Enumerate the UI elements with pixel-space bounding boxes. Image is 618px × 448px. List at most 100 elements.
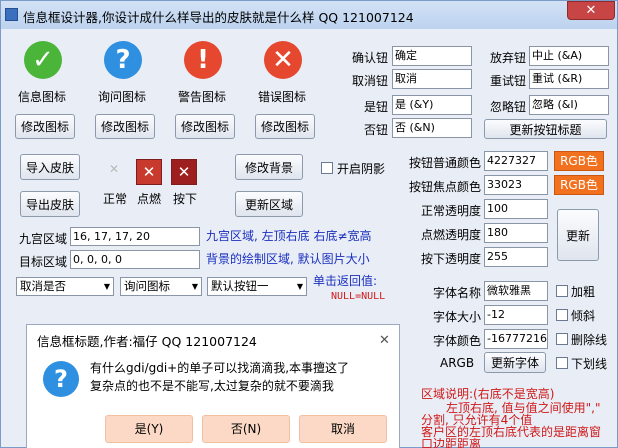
designer-window: 信息框设计器,你设计成什么样导出的皮肤就是什么样 QQ 121007124 ✕ … <box>0 0 618 448</box>
info-icon: ✓ <box>24 41 62 79</box>
font-size-field[interactable]: -12 <box>484 305 548 325</box>
dialog-message-line2: 复杂点的也不是不能写,太过复杂的就不要滴我 <box>90 379 334 393</box>
retry-text-field[interactable]: 重试 (&R) <box>529 69 609 89</box>
no-button-label: 否钮 <box>364 123 389 137</box>
font-color-field[interactable]: -16777216 <box>484 329 548 349</box>
dialog-title: 信息框标题,作者:福仔 QQ 121007124 <box>37 334 257 349</box>
pressed-state-box[interactable]: ✕ <box>171 159 197 185</box>
chevron-down-icon: ▼ <box>296 282 303 291</box>
warning-icon: ! <box>184 41 222 79</box>
confirm-text-field[interactable]: 确定 <box>392 46 472 66</box>
return-value-label: 单击返回值: <box>313 274 378 288</box>
focus-color-label: 按钮焦点颜色 <box>409 180 482 194</box>
abort-text-field[interactable]: 中止 (&A) <box>529 46 609 66</box>
normal-rgb-button[interactable]: RGB色 <box>554 151 604 171</box>
update-colors-button[interactable]: 更新 <box>557 209 599 261</box>
dialog-close-icon[interactable]: ✕ <box>379 333 390 348</box>
dialog-message-line1: 有什么gdi/gdi+的单子可以找滴滴我,本事擅这了 <box>90 361 350 375</box>
import-skin-button[interactable]: 导入皮肤 <box>20 154 80 180</box>
hover-alpha-label: 点燃透明度 <box>421 228 482 242</box>
font-color-label: 字体颜色 <box>433 334 482 348</box>
title-bar: 信息框设计器,你设计成什么样导出的皮肤就是什么样 QQ 121007124 ✕ <box>1 1 617 29</box>
strike-checkbox[interactable] <box>556 333 568 345</box>
font-name-field[interactable]: 微软雅黑 <box>484 281 548 301</box>
no-text-field[interactable]: 否 (&N) <box>392 118 472 138</box>
shadow-label: 开启阴影 <box>337 162 386 176</box>
chevron-down-icon: ▼ <box>103 282 110 291</box>
button-type-value: 取消是否 <box>20 279 66 293</box>
target-region-field[interactable]: 0, 0, 0, 0 <box>70 250 200 269</box>
icon-type-value: 询问图标 <box>124 279 170 293</box>
return-value: NULL=NULL <box>331 291 386 302</box>
yes-button-label: 是钮 <box>364 100 389 114</box>
dialog-cancel-button[interactable]: 取消 <box>299 415 387 443</box>
abort-button-label: 放弃钮 <box>490 51 527 65</box>
bold-checkbox[interactable] <box>556 285 568 297</box>
edit-background-button[interactable]: 修改背景 <box>235 154 303 180</box>
edit-question-icon-button[interactable]: 修改图标 <box>95 114 155 139</box>
normal-alpha-field[interactable]: 100 <box>484 199 548 219</box>
hover-alpha-field[interactable]: 180 <box>484 223 548 243</box>
button-type-select[interactable]: 取消是否 ▼ <box>16 277 114 296</box>
export-skin-button[interactable]: 导出皮肤 <box>20 191 80 217</box>
font-name-label: 字体名称 <box>433 286 482 300</box>
strike-label: 删除线 <box>571 333 608 347</box>
ignore-text-field[interactable]: 忽略 (&I) <box>529 95 609 115</box>
italic-label: 倾斜 <box>571 309 596 323</box>
normal-color-field[interactable]: 4227327 <box>484 151 548 171</box>
italic-checkbox[interactable] <box>556 309 568 321</box>
update-region-button[interactable]: 更新区域 <box>235 191 303 217</box>
question-icon: ? <box>43 361 79 397</box>
update-font-button[interactable]: 更新字体 <box>484 352 546 373</box>
target-region-label: 目标区域 <box>19 255 68 269</box>
grid-region-label: 九宫区域 <box>19 232 68 246</box>
info-icon-label: 信息图标 <box>18 90 67 104</box>
hover-state-box[interactable]: ✕ <box>136 159 162 185</box>
edit-warning-icon-button[interactable]: 修改图标 <box>175 114 235 139</box>
underline-label: 下划线 <box>571 357 608 371</box>
edit-info-icon-button[interactable]: 修改图标 <box>15 114 75 139</box>
yes-text-field[interactable]: 是 (&Y) <box>392 95 472 115</box>
grid-region-note: 九宫区域, 左顶右底 右底≠宽高 <box>206 229 372 243</box>
shadow-checkbox[interactable] <box>321 162 333 174</box>
cancel-text-field[interactable]: 取消 <box>392 69 472 89</box>
error-icon: ✕ <box>264 41 302 79</box>
default-button-select[interactable]: 默认按钮一 ▼ <box>207 277 307 296</box>
region-note-line4: 口边距距离 <box>421 437 482 448</box>
pressed-alpha-field[interactable]: 255 <box>484 247 548 267</box>
ignore-button-label: 忽略钮 <box>490 100 527 114</box>
window-close-button[interactable]: ✕ <box>567 1 615 20</box>
focus-color-field[interactable]: 33023 <box>484 175 548 195</box>
grid-region-field[interactable]: 16, 17, 17, 20 <box>70 227 200 246</box>
icon-type-select[interactable]: 询问图标 ▼ <box>120 277 202 296</box>
dialog-yes-button[interactable]: 是(Y) <box>105 415 193 443</box>
normal-state-label: 正常 <box>103 192 128 206</box>
focus-rgb-button[interactable]: RGB色 <box>554 175 604 195</box>
warning-icon-label: 警告图标 <box>178 90 227 104</box>
normal-state-box[interactable]: ✕ <box>109 162 119 176</box>
pressed-alpha-label: 按下透明度 <box>421 252 482 266</box>
hover-state-label: 点燃 <box>137 192 162 206</box>
underline-checkbox[interactable] <box>556 357 568 369</box>
pressed-state-label: 按下 <box>173 192 198 206</box>
dialog-no-button[interactable]: 否(N) <box>202 415 290 443</box>
retry-button-label: 重试钮 <box>490 74 527 88</box>
app-icon <box>5 8 18 21</box>
question-icon: ? <box>104 41 142 79</box>
window-title: 信息框设计器,你设计成什么样导出的皮肤就是什么样 QQ 121007124 <box>23 10 414 25</box>
confirm-button-label: 确认钮 <box>352 51 389 65</box>
edit-error-icon-button[interactable]: 修改图标 <box>255 114 315 139</box>
font-size-label: 字体大小 <box>433 310 482 324</box>
bold-label: 加粗 <box>571 285 596 299</box>
normal-color-label: 按钮普通颜色 <box>409 156 482 170</box>
chevron-down-icon: ▼ <box>191 282 198 291</box>
target-region-note: 背景的绘制区域, 默认图片大小 <box>206 252 370 266</box>
argb-label: ARGB <box>440 356 475 370</box>
cancel-button-label: 取消钮 <box>352 74 389 88</box>
update-button-titles-button[interactable]: 更新按钮标题 <box>484 119 607 139</box>
question-icon-label: 询问图标 <box>98 90 147 104</box>
normal-alpha-label: 正常透明度 <box>421 204 482 218</box>
default-button-value: 默认按钮一 <box>211 279 269 293</box>
error-icon-label: 错误图标 <box>258 90 307 104</box>
preview-dialog: 信息框标题,作者:福仔 QQ 121007124 ✕ ? 有什么gdi/gdi+… <box>26 324 400 448</box>
